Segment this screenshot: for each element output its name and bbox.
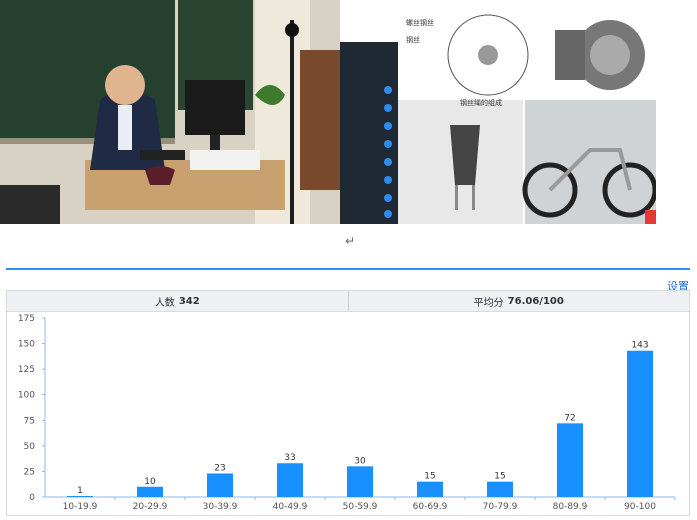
slides-illustration: 螺丝钢丝 钢丝 钢丝绳的组成 (340, 0, 656, 224)
x-tick-label: 80-89.9 (553, 502, 588, 512)
bar (487, 481, 513, 497)
y-tick-label: 175 (18, 314, 35, 324)
slide-label-3: 钢丝绳的组成 (460, 98, 502, 107)
slide-label-2: 钢丝 (406, 35, 420, 44)
bar-value-label: 143 (631, 341, 648, 351)
course-slides-photo: 螺丝钢丝 钢丝 钢丝绳的组成 (340, 0, 656, 224)
teacher-photo (0, 0, 340, 224)
score-bar-chart: 0 25 50 75 100 125 150 175 1 10-19.9 10 20-29.9 23 30… (18, 314, 676, 512)
bar-value-label: 1 (77, 486, 83, 496)
x-tick-label: 30-39.9 (203, 502, 238, 512)
bar (137, 486, 163, 497)
bar-value-label: 23 (214, 463, 225, 473)
x-tick-label: 40-49.9 (273, 502, 308, 512)
bar (277, 463, 303, 497)
paragraph-return-mark: ↵ (345, 234, 356, 248)
teacher-photo-illustration (0, 0, 340, 224)
y-tick-label: 100 (18, 391, 35, 401)
bar-value-label: 10 (144, 477, 156, 487)
bar (557, 423, 583, 497)
y-tick-label: 0 (29, 493, 35, 503)
y-tick-label: 50 (24, 442, 36, 452)
bar-value-label: 30 (354, 456, 366, 466)
x-tick-label: 20-29.9 (133, 502, 168, 512)
bar (67, 495, 93, 497)
y-tick-label: 75 (24, 416, 35, 426)
bar-value-label: 33 (284, 453, 295, 463)
count-label: 人数 (154, 297, 175, 309)
participant-count: 人数 342 (7, 291, 348, 311)
stats-bar: 人数 342 平均分 76.06/100 (7, 291, 689, 312)
bar-value-label: 15 (424, 472, 435, 482)
score-distribution-panel: 人数 342 平均分 76.06/100 0 25 50 75 100 125 150 175… (6, 290, 690, 516)
bar (627, 350, 653, 497)
bar-value-label: 15 (494, 472, 505, 482)
slide-label-1: 螺丝钢丝 (406, 18, 434, 27)
y-tick-label: 150 (18, 340, 35, 350)
x-tick-label: 50-59.9 (343, 502, 378, 512)
section-divider (6, 268, 690, 270)
bar-value-label: 72 (564, 413, 575, 423)
x-tick-label: 70-79.9 (483, 502, 518, 512)
x-tick-label: 60-69.9 (413, 502, 448, 512)
avg-label: 平均分 (473, 297, 504, 309)
bar (347, 466, 373, 497)
x-tick-label: 90-100 (624, 502, 656, 512)
avg-value: 76.06/100 (507, 295, 564, 307)
y-tick-label: 125 (18, 365, 35, 375)
count-value: 342 (178, 295, 200, 307)
y-tick-label: 25 (24, 467, 35, 477)
average-score: 平均分 76.06/100 (349, 291, 690, 311)
x-tick-label: 10-19.9 (63, 502, 98, 512)
bar (207, 473, 233, 497)
bar (417, 481, 443, 497)
